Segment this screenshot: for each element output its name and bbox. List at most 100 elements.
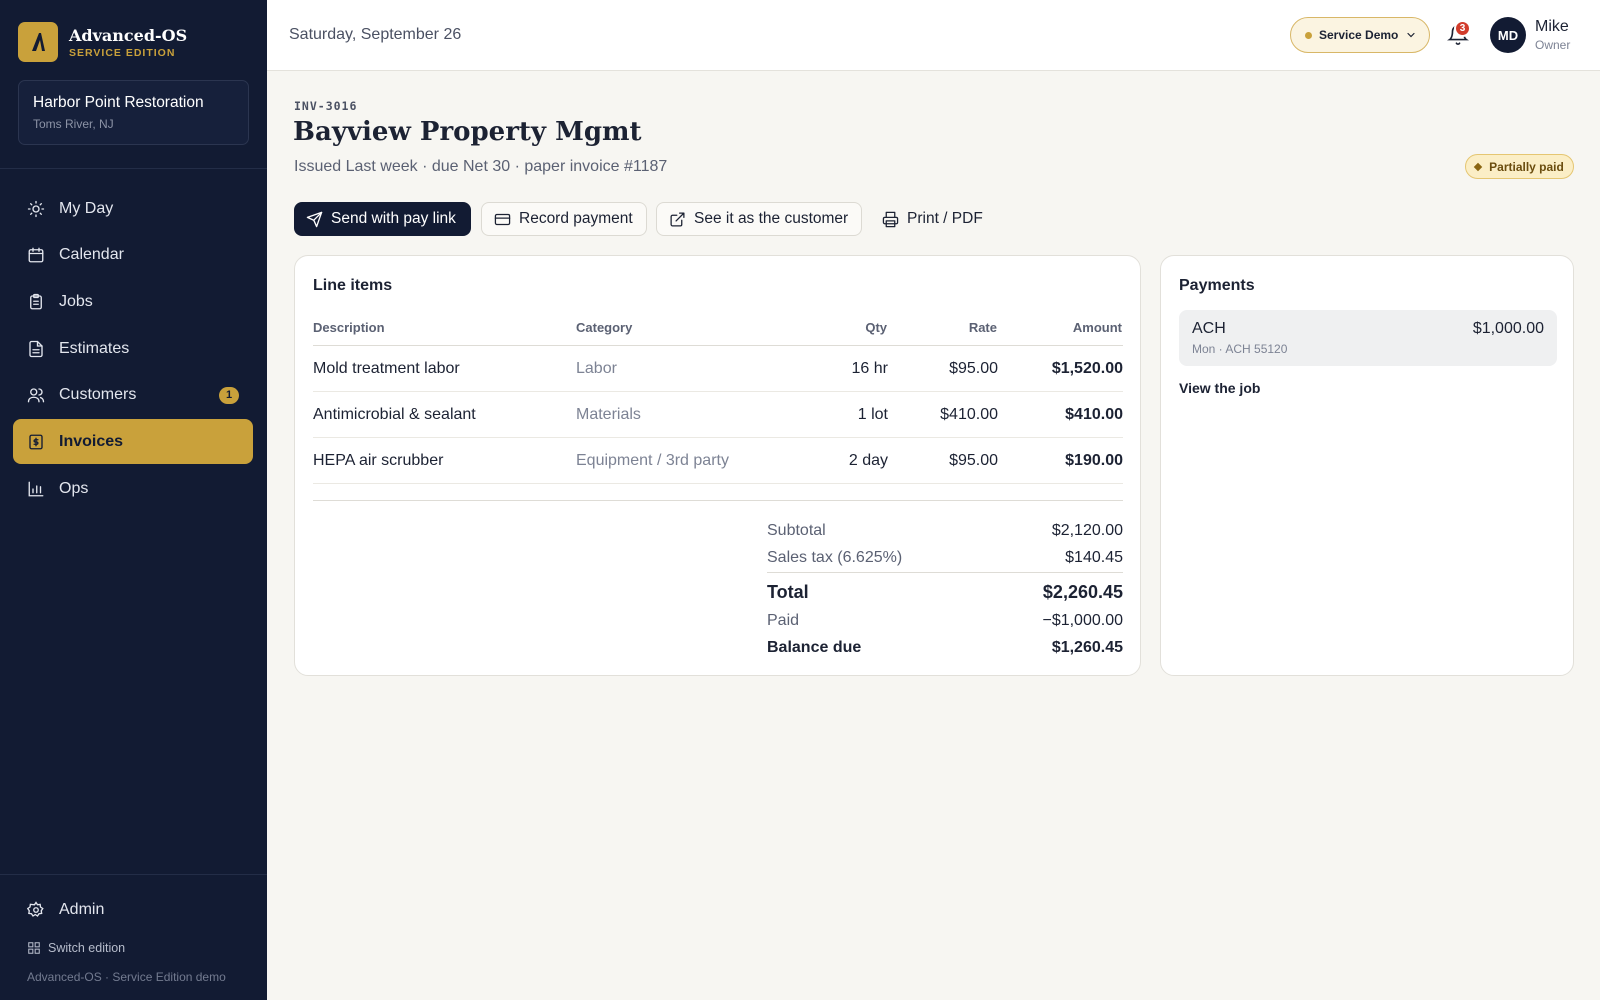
column-header-description: Description	[313, 320, 385, 335]
sidebar-item-ops[interactable]: Ops	[13, 466, 253, 511]
sidebar-item-label: Calendar	[59, 246, 124, 264]
status-label: Partially paid	[1489, 159, 1564, 174]
grid-icon	[28, 942, 40, 954]
current-date: Saturday, September 26	[289, 26, 462, 43]
brand-edition: SERVICE EDITION	[69, 46, 176, 59]
sidebar-item-label: Customers	[59, 386, 137, 404]
sidebar-item-jobs[interactable]: Jobs	[13, 279, 253, 324]
sidebar-item-label: Estimates	[59, 339, 130, 357]
sun-icon	[27, 200, 45, 217]
sidebar-item-label: Jobs	[59, 292, 93, 310]
notification-badge: 3	[1454, 20, 1471, 37]
cell-rate: $410.00	[940, 406, 998, 423]
divider	[0, 168, 267, 169]
cell-category: Materials	[576, 406, 641, 423]
summary-label: Total	[767, 582, 809, 602]
cell-description: Mold treatment labor	[313, 360, 460, 377]
summary-label: Subtotal	[767, 522, 826, 539]
summary-value: $2,120.00	[1051, 522, 1123, 539]
switch-edition-label: Switch edition	[48, 941, 126, 955]
demo-selector[interactable]: Service Demo	[1290, 17, 1430, 53]
gear-icon	[27, 900, 44, 917]
credit-card-icon	[494, 213, 511, 225]
summary-value: $2,260.45	[1042, 582, 1123, 602]
sidebar-nav: My Day Calendar Jobs Estimates Customers…	[13, 186, 253, 513]
send-pay-link-button[interactable]: Send with pay link	[294, 202, 471, 236]
cell-description: Antimicrobial & sealant	[313, 406, 476, 423]
sidebar-item-estimates[interactable]: Estimates	[13, 326, 253, 371]
sidebar-item-label: Admin	[59, 900, 105, 918]
org-switcher[interactable]: Harbor Point Restoration Toms River, NJ	[18, 80, 249, 145]
divider	[0, 874, 267, 875]
cell-amount: $1,520.00	[1051, 360, 1123, 377]
diamond-icon	[1473, 162, 1483, 171]
button-label: Print / PDF	[907, 210, 983, 227]
column-header-amount: Amount	[1072, 320, 1122, 335]
user-name: Mike	[1535, 18, 1569, 35]
org-name: Harbor Point Restoration	[33, 94, 204, 111]
cell-category: Labor	[576, 360, 617, 377]
cell-amount: $190.00	[1065, 452, 1123, 469]
divider	[313, 500, 1123, 501]
card-title: Line items	[313, 277, 393, 294]
logo-icon	[18, 22, 58, 62]
column-header-qty: Qty	[865, 320, 887, 335]
invoice-id: INV-3016	[294, 99, 358, 113]
cell-category: Equipment / 3rd party	[576, 452, 729, 469]
payment-method: ACH	[1192, 320, 1226, 337]
sidebar-item-admin[interactable]: Admin	[13, 887, 253, 932]
clipboard-icon	[30, 293, 42, 310]
user-role: Owner	[1535, 38, 1571, 52]
table-row[interactable]: HEPA air scrubber Equipment / 3rd party …	[313, 438, 1123, 484]
summary-value: −$1,000.00	[1042, 612, 1123, 629]
customer-view-button[interactable]: See it as the customer	[656, 202, 862, 236]
button-label: Record payment	[519, 210, 633, 227]
summary-subtotal: Subtotal $2,120.00	[767, 522, 1123, 540]
switch-edition-link[interactable]: Switch edition	[27, 941, 125, 955]
footer-note: Advanced-OS · Service Edition demo	[27, 970, 226, 984]
sidebar-item-label: My Day	[59, 199, 114, 217]
payments-card: Payments ACH Mon · ACH 55120 $1,000.00 V…	[1160, 255, 1574, 676]
print-button[interactable]: Print / PDF	[870, 202, 990, 236]
count-badge: 1	[219, 386, 239, 404]
record-payment-button[interactable]: Record payment	[481, 202, 647, 236]
status-badge: Partially paid	[1465, 154, 1574, 179]
sidebar-item-label: Invoices	[59, 432, 124, 450]
summary-value: $140.45	[1065, 549, 1123, 566]
top-header: Saturday, September 26 Service Demo 3 MD…	[267, 0, 1600, 71]
external-link-icon	[670, 211, 685, 227]
file-icon	[29, 340, 43, 357]
summary-paid: Paid −$1,000.00	[767, 612, 1123, 630]
users-icon	[27, 388, 45, 403]
printer-icon	[882, 211, 899, 227]
user-menu[interactable]: Mike Owner	[1535, 18, 1570, 52]
cell-qty: 16 hr	[851, 360, 888, 377]
button-label: Send with pay link	[331, 210, 456, 227]
payment-item[interactable]: ACH Mon · ACH 55120 $1,000.00	[1179, 310, 1557, 366]
sidebar-item-label: Ops	[59, 479, 89, 497]
table-row[interactable]: Antimicrobial & sealant Materials 1 lot …	[313, 392, 1123, 438]
card-title: Payments	[1179, 277, 1255, 294]
sidebar-item-my-day[interactable]: My Day	[13, 186, 253, 231]
sidebar-item-invoices[interactable]: Invoices	[13, 419, 253, 465]
button-label: See it as the customer	[694, 210, 849, 227]
view-job-link[interactable]: View the job	[1179, 380, 1260, 396]
cell-qty: 2 day	[848, 452, 888, 469]
chevron-down-icon	[1407, 32, 1415, 38]
summary-total: Total $2,260.45	[767, 582, 1123, 603]
cell-amount: $410.00	[1065, 406, 1123, 423]
table-row[interactable]: Mold treatment labor Labor 16 hr $95.00 …	[313, 346, 1123, 392]
sidebar: Advanced-OS SERVICE EDITION Harbor Point…	[0, 0, 267, 1000]
bar-chart-icon	[28, 481, 44, 497]
divider	[767, 572, 1123, 573]
cell-rate: $95.00	[949, 360, 998, 377]
calendar-icon	[28, 247, 44, 263]
column-header-category: Category	[576, 320, 633, 335]
cell-description: HEPA air scrubber	[313, 452, 444, 469]
sidebar-item-customers[interactable]: Customers 1	[13, 373, 253, 418]
avatar[interactable]: MD	[1490, 17, 1526, 53]
brand[interactable]: Advanced-OS SERVICE EDITION	[18, 22, 187, 62]
brand-name: Advanced-OS	[69, 25, 188, 45]
cell-rate: $95.00	[949, 452, 998, 469]
sidebar-item-calendar[interactable]: Calendar	[13, 233, 253, 278]
